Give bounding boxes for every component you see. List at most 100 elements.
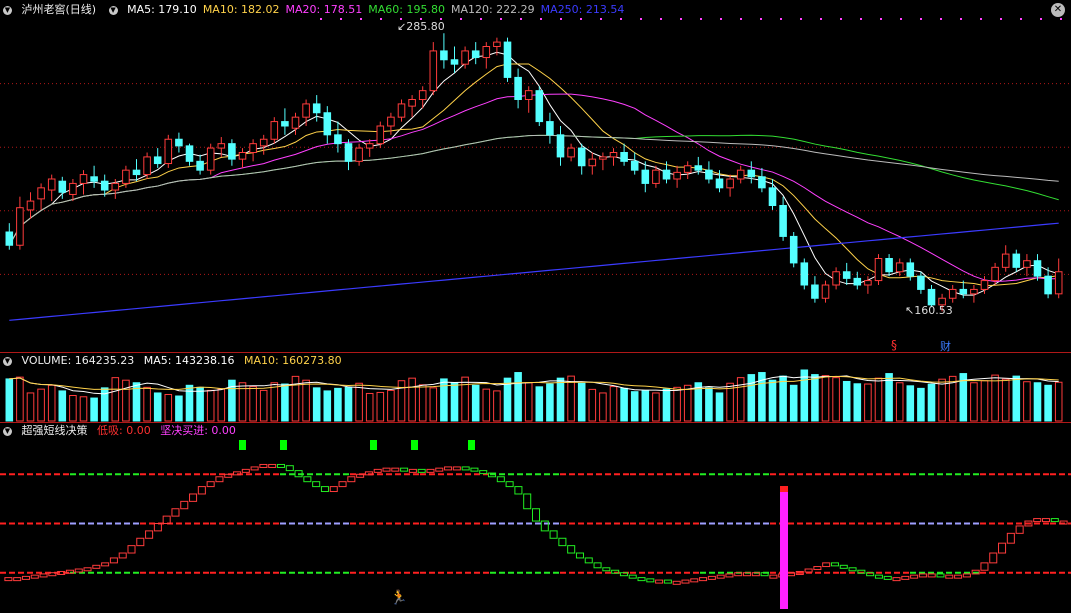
indicator-step-up bbox=[725, 573, 734, 578]
indicator-step-down bbox=[320, 486, 329, 493]
volume-bar bbox=[673, 386, 681, 422]
candle-up bbox=[238, 152, 247, 160]
indicator-step-down bbox=[417, 468, 426, 473]
candle-down bbox=[768, 187, 777, 206]
volume-bar bbox=[58, 390, 67, 422]
candle-down bbox=[281, 121, 289, 127]
indicator-step-up bbox=[48, 572, 57, 577]
indicator-step-down bbox=[575, 552, 584, 559]
indicator-step-down bbox=[1050, 518, 1059, 523]
ma-label: MA20: 178.51 bbox=[285, 3, 363, 16]
indicator-step-up bbox=[452, 466, 461, 471]
candle-down bbox=[917, 275, 925, 290]
volume-bar bbox=[111, 377, 120, 422]
indicator-step-up bbox=[329, 486, 338, 493]
volume-bar bbox=[217, 388, 226, 422]
candle-down bbox=[471, 50, 480, 59]
indicator-step-down bbox=[312, 481, 321, 488]
volume-bar bbox=[853, 383, 862, 422]
buy-signal-marker bbox=[370, 440, 377, 450]
indicator-step-up bbox=[206, 481, 215, 488]
candle-down bbox=[90, 176, 98, 182]
volume-bar bbox=[26, 392, 35, 422]
volume-bar bbox=[5, 378, 14, 422]
volume-bar bbox=[376, 391, 385, 422]
candle-down bbox=[959, 288, 968, 295]
indicator-step-up bbox=[338, 481, 347, 488]
candle-down bbox=[811, 284, 819, 299]
indicator-step-up bbox=[699, 577, 708, 582]
candle-up bbox=[47, 178, 56, 191]
volume-bar bbox=[418, 384, 427, 422]
panel-menu-icon[interactable]: ▼ bbox=[3, 5, 12, 15]
high-label: 285.80 bbox=[406, 20, 445, 33]
volume-bar bbox=[387, 389, 395, 422]
candle-up bbox=[980, 280, 989, 290]
buy-signal-marker bbox=[468, 440, 475, 450]
candle-down bbox=[705, 169, 713, 180]
ma-menu-icon[interactable]: ▼ bbox=[108, 5, 118, 15]
indicator-step-down bbox=[593, 562, 602, 569]
volume-value: VOLUME: 164235.23 bbox=[21, 354, 135, 367]
volume-bar bbox=[206, 389, 215, 422]
volume-bar bbox=[970, 382, 978, 422]
candle-up bbox=[609, 152, 618, 158]
indicator-step-up bbox=[980, 562, 989, 571]
indicator-step-up bbox=[382, 467, 391, 472]
volume-menu-icon[interactable]: ▼ bbox=[3, 356, 12, 366]
indicator-step-up bbox=[136, 537, 145, 547]
volume-bar bbox=[620, 387, 628, 422]
candle-down bbox=[440, 50, 448, 61]
indicator-step-down bbox=[531, 508, 541, 522]
indicator-step-up bbox=[39, 573, 48, 578]
candle-up bbox=[726, 178, 734, 189]
candle-up bbox=[376, 125, 385, 145]
indicator-step-up bbox=[769, 574, 778, 579]
ma10-line bbox=[8, 63, 1059, 287]
candle-up bbox=[864, 280, 872, 286]
candle-up bbox=[683, 165, 692, 173]
candle-up bbox=[143, 156, 151, 176]
indicator-step-down bbox=[567, 545, 576, 554]
candle-up bbox=[461, 50, 469, 65]
candle-down bbox=[1044, 275, 1052, 295]
close-icon[interactable]: ✕ bbox=[1051, 3, 1065, 17]
volume-bar bbox=[90, 397, 98, 422]
indicator-menu-icon[interactable]: ▼ bbox=[3, 426, 12, 436]
indicator-step-up bbox=[241, 468, 250, 473]
candle-down bbox=[842, 271, 851, 279]
indicator-step-down bbox=[839, 564, 848, 569]
volume-header: ▼ VOLUME: 164235.23 MA5: 143238.16 MA10:… bbox=[0, 353, 348, 369]
volume-bar bbox=[1044, 384, 1052, 422]
candle-down bbox=[758, 176, 766, 189]
indicator-step-down bbox=[830, 562, 839, 567]
candle-down bbox=[577, 147, 586, 167]
indicator-step-up bbox=[716, 574, 725, 579]
candle-up bbox=[599, 156, 607, 160]
volume-bar bbox=[630, 391, 639, 422]
volume-bar bbox=[47, 384, 56, 422]
volume-bar bbox=[461, 376, 469, 422]
indicator-step-up bbox=[945, 574, 954, 579]
volume-bar bbox=[577, 382, 586, 422]
volume-bar bbox=[16, 376, 24, 422]
candle-down bbox=[535, 90, 544, 123]
volume-bar bbox=[281, 383, 289, 422]
indicator-step-up bbox=[1041, 518, 1051, 523]
candle-down bbox=[503, 41, 512, 78]
indicator-title: 超强短线决策 bbox=[21, 424, 88, 437]
candle-up bbox=[1001, 253, 1010, 268]
event-marker-s[interactable]: § bbox=[891, 338, 897, 352]
volume-bar bbox=[143, 386, 151, 422]
indicator-step-down bbox=[400, 467, 409, 472]
indicator-step-down bbox=[874, 574, 883, 579]
volume-bar bbox=[821, 375, 830, 422]
ma-label: MA5: 179.10 bbox=[127, 3, 197, 16]
candle-up bbox=[259, 138, 268, 147]
volume-bar bbox=[556, 377, 565, 422]
indicator-step-up bbox=[822, 562, 831, 568]
indicator-step-down bbox=[514, 486, 523, 495]
indicator-step-down bbox=[461, 466, 470, 471]
panel-divider-1 bbox=[0, 352, 1071, 353]
volume-bar bbox=[397, 380, 406, 422]
